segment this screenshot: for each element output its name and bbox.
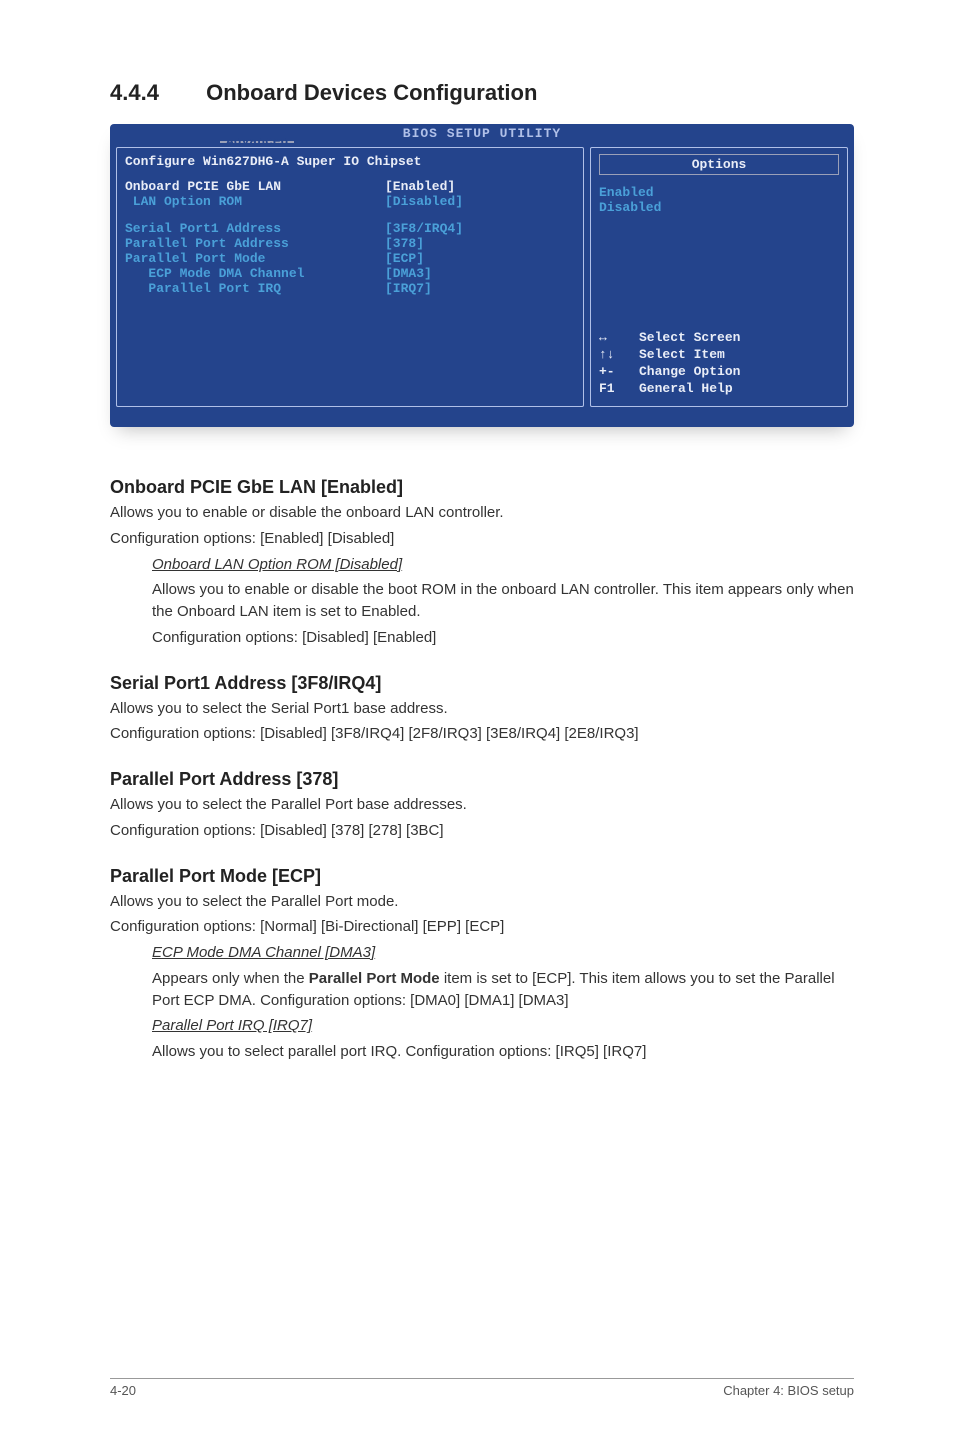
inline-heading: Parallel Port IRQ [IRQ7] — [152, 1017, 312, 1034]
page-number: 4-20 — [110, 1383, 136, 1398]
bios-left-panel: Configure Win627DHG-A Super IO Chipset O… — [116, 147, 584, 407]
paragraph: Configuration options: [Disabled] [Enabl… — [152, 627, 854, 649]
paragraph: Appears only when the Parallel Port Mode… — [152, 968, 854, 1012]
bios-item-value: [IRQ7] — [385, 281, 432, 296]
paragraph: Allows you to select parallel port IRQ. … — [152, 1041, 854, 1063]
help-text: Select Screen — [639, 330, 740, 347]
bios-help-block: ↔Select Screen ↑↓Select Item +-Change Op… — [599, 330, 839, 398]
help-symbol: ↔ — [599, 330, 639, 347]
help-symbol: F1 — [599, 381, 639, 398]
bios-item-value: [Disabled] — [385, 194, 463, 209]
bios-option: Disabled — [599, 200, 839, 215]
bios-item-value: [DMA3] — [385, 266, 432, 281]
help-symbol: +- — [599, 364, 639, 381]
paragraph: Configuration options: [Enabled] [Disabl… — [110, 528, 854, 550]
bios-panel-header: Configure Win627DHG-A Super IO Chipset — [125, 154, 575, 169]
bios-item-label: Parallel Port IRQ — [125, 281, 385, 296]
bios-item-label: ECP Mode DMA Channel — [125, 266, 385, 281]
help-symbol: ↑↓ — [599, 347, 639, 364]
help-text: Select Item — [639, 347, 725, 364]
section-number: 4.4.4 — [110, 80, 200, 106]
paragraph: Configuration options: [Disabled] [3F8/I… — [110, 723, 854, 745]
bios-option: Enabled — [599, 185, 839, 200]
bios-item: ECP Mode DMA Channel [DMA3] — [125, 266, 575, 281]
bios-item-label: Onboard PCIE GbE LAN — [125, 179, 385, 194]
bios-item-label: Parallel Port Address — [125, 236, 385, 251]
bios-item-value: [378] — [385, 236, 424, 251]
subheading: Onboard PCIE GbE LAN [Enabled] — [110, 477, 854, 498]
bios-utility-title: BIOS SETUP UTILITY — [110, 124, 854, 141]
bios-item: Parallel Port Mode [ECP] — [125, 251, 575, 266]
subheading: Serial Port1 Address [3F8/IRQ4] — [110, 673, 854, 694]
bios-item: LAN Option ROM [Disabled] — [125, 194, 575, 209]
bios-item: Onboard PCIE GbE LAN [Enabled] — [125, 179, 575, 194]
bios-right-panel: Options Enabled Disabled ↔Select Screen … — [590, 147, 848, 407]
bios-tab-advanced: Advanced — [220, 141, 294, 143]
bios-item-value: [ECP] — [385, 251, 424, 266]
bios-options-header: Options — [599, 154, 839, 175]
help-text: Change Option — [639, 364, 740, 381]
subheading: Parallel Port Address [378] — [110, 769, 854, 790]
help-text: General Help — [639, 381, 733, 398]
page-footer: 4-20 Chapter 4: BIOS setup — [110, 1378, 854, 1398]
paragraph: Allows you to select the Serial Port1 ba… — [110, 698, 854, 720]
bios-item-value: [Enabled] — [385, 179, 455, 194]
bold-text: Parallel Port Mode — [309, 970, 440, 987]
paragraph: Allows you to select the Parallel Port m… — [110, 891, 854, 913]
inline-heading: Onboard LAN Option ROM [Disabled] — [152, 556, 402, 573]
bios-item: Serial Port1 Address [3F8/IRQ4] — [125, 221, 575, 236]
bios-screenshot: BIOS SETUP UTILITY Advanced Configure Wi… — [110, 124, 854, 427]
bios-item-value: [3F8/IRQ4] — [385, 221, 463, 236]
chapter-label: Chapter 4: BIOS setup — [723, 1383, 854, 1398]
spacer — [125, 209, 575, 221]
bios-item-label: Parallel Port Mode — [125, 251, 385, 266]
paragraph: Allows you to select the Parallel Port b… — [110, 794, 854, 816]
bios-item-label: Serial Port1 Address — [125, 221, 385, 236]
paragraph: Configuration options: [Disabled] [378] … — [110, 820, 854, 842]
bios-item: Parallel Port IRQ [IRQ7] — [125, 281, 575, 296]
paragraph: Configuration options: [Normal] [Bi-Dire… — [110, 916, 854, 938]
section-title: Onboard Devices Configuration — [206, 80, 537, 105]
text: Appears only when the — [152, 970, 309, 987]
section-heading: 4.4.4 Onboard Devices Configuration — [110, 80, 854, 106]
paragraph: Allows you to enable or disable the boot… — [152, 579, 854, 623]
bios-item: Parallel Port Address [378] — [125, 236, 575, 251]
subheading: Parallel Port Mode [ECP] — [110, 866, 854, 887]
paragraph: Allows you to enable or disable the onbo… — [110, 502, 854, 524]
inline-heading: ECP Mode DMA Channel [DMA3] — [152, 944, 375, 961]
bios-item-label: LAN Option ROM — [125, 194, 385, 209]
